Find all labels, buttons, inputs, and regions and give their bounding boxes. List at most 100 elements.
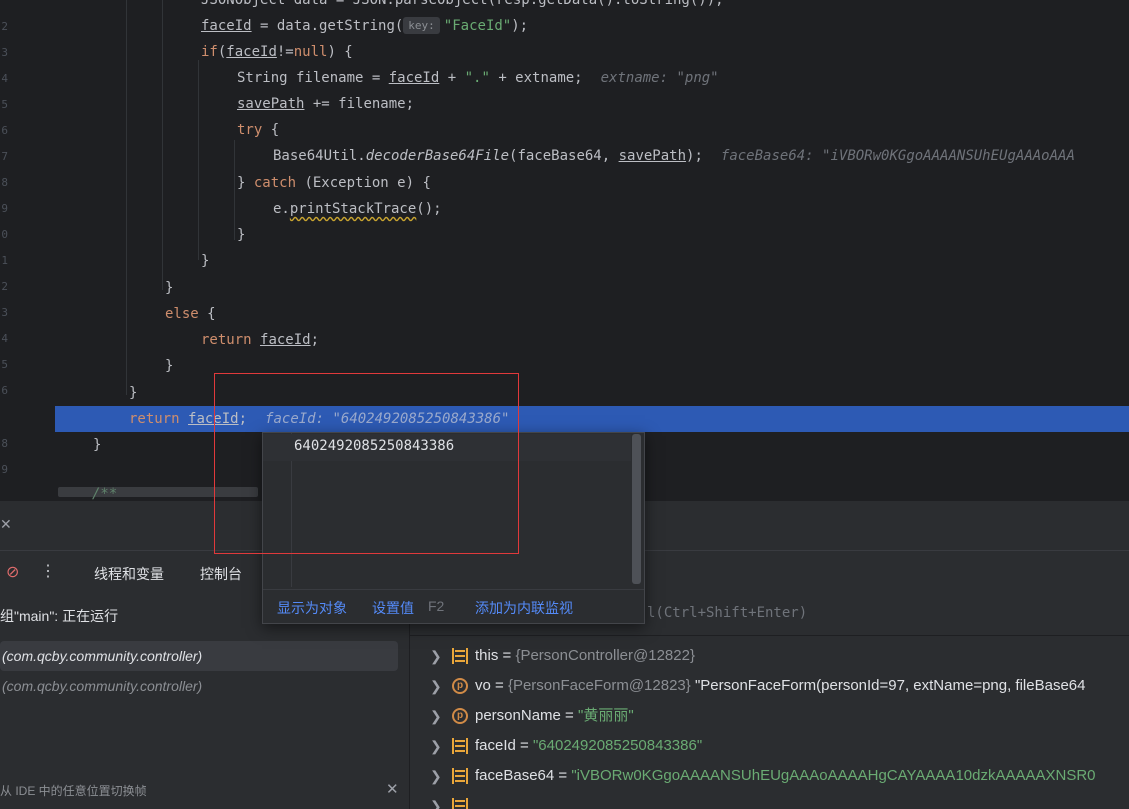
set-value-link[interactable]: 设置值 xyxy=(372,598,414,618)
code-line: Base64Util.decoderBase64File(faceBase64,… xyxy=(0,143,1129,169)
variable-value: {PersonController@12822} xyxy=(515,647,695,664)
tab-console[interactable]: 控制台 xyxy=(200,564,242,584)
code-text: e. xyxy=(273,201,290,217)
code-line: try { xyxy=(0,117,1129,143)
variable-row[interactable]: ❯ xyxy=(410,791,1129,809)
method-call-warning[interactable]: printStackTrace xyxy=(290,201,416,217)
variable-row[interactable]: ❯ this = {PersonController@12822} xyxy=(410,641,1129,671)
popup-value-row[interactable]: 6402492085250843386 xyxy=(263,434,631,461)
brace: } xyxy=(165,358,174,374)
variable-separator: = xyxy=(560,707,578,724)
code-text: (); xyxy=(416,201,442,217)
variable-row[interactable]: ❯ p personName = "黄丽丽" xyxy=(410,701,1129,731)
code-text: ; xyxy=(238,411,248,427)
code-line: } xyxy=(0,380,1129,406)
code-text: { xyxy=(198,306,216,322)
string-literal: "FaceId" xyxy=(443,18,512,34)
parameter-hint: key: xyxy=(403,17,440,34)
thread-status[interactable]: 组"main": 正在运行 xyxy=(0,606,118,626)
variable-value: "iVBORw0KGgoAAAANSUhEUgAAAoAAAAHgCAYAAAA… xyxy=(571,767,1096,784)
expand-chevron-icon[interactable]: ❯ xyxy=(430,641,442,671)
variable-name: personName xyxy=(475,707,561,724)
var-faceId[interactable]: faceId xyxy=(260,332,311,348)
keyword: if xyxy=(201,44,218,60)
variable-tostring: "PersonFaceForm(personId=97, extName=png… xyxy=(690,677,1086,694)
variable-name: faceId xyxy=(475,737,516,754)
code-line: } catch (Exception e) { xyxy=(0,170,1129,196)
code-text: + extname; xyxy=(489,70,583,86)
code-text: ) { xyxy=(327,44,353,60)
expand-chevron-icon[interactable]: ❯ xyxy=(430,791,442,809)
inline-value-hint: extname: "png" xyxy=(600,70,719,86)
variable-name: faceBase64 xyxy=(475,767,555,784)
evaluate-hint: l(Ctrl+Shift+Enter) xyxy=(647,605,808,621)
keyword: return xyxy=(129,411,180,427)
parameter-icon: p xyxy=(452,678,468,694)
popup-value[interactable]: 6402492085250843386 xyxy=(294,438,454,454)
javadoc-comment: /** xyxy=(92,486,118,500)
code-line: return faceId; xyxy=(0,327,1129,353)
method-call[interactable]: decoderBase64File xyxy=(366,148,509,164)
variable-separator: = xyxy=(490,677,508,694)
var-faceId[interactable]: faceId xyxy=(201,18,252,34)
mute-breakpoints-icon[interactable]: ⊘ xyxy=(6,563,19,583)
expand-chevron-icon[interactable]: ❯ xyxy=(430,761,442,791)
var-faceId[interactable]: faceId xyxy=(226,44,277,60)
var-savePath[interactable]: savePath xyxy=(619,148,686,164)
field-icon xyxy=(452,768,468,784)
stack-frame[interactable]: (com.qcby.community.controller) xyxy=(0,641,398,671)
close-icon[interactable]: ✕ xyxy=(0,516,12,533)
code-line: } xyxy=(0,248,1129,274)
variable-separator: = xyxy=(515,737,533,754)
set-value-shortcut: F2 xyxy=(428,598,445,614)
code-text: != xyxy=(276,44,294,60)
view-as-object-link[interactable]: 显示为对象 xyxy=(277,598,347,618)
frames-panel: 组"main": 正在运行 (com.qcby.community.contro… xyxy=(0,594,410,809)
close-hint-icon[interactable]: ✕ xyxy=(386,780,399,798)
variable-row[interactable]: ❯ faceId = "6402492085250843386" xyxy=(410,731,1129,761)
code-line: faceId = data.getString(key: "FaceId"); xyxy=(0,13,1129,39)
code-text: = data.getString( xyxy=(251,18,404,34)
code-text: += filename; xyxy=(304,96,415,112)
keyword: try xyxy=(237,122,263,138)
line-number: 9 xyxy=(1,463,8,476)
expand-chevron-icon[interactable]: ❯ xyxy=(430,671,442,701)
keyword: null xyxy=(293,44,328,60)
variable-separator: = xyxy=(498,647,516,664)
inline-value-hint: faceId: "6402492085250843386" xyxy=(265,411,510,427)
var-savePath[interactable]: savePath xyxy=(237,96,304,112)
keyword: return xyxy=(201,332,252,348)
string-literal: "." xyxy=(464,70,490,86)
brace: } xyxy=(165,280,174,296)
inline-value-hint: faceBase64: "iVBORw0KGgoAAAANSUhEUgAAAoA… xyxy=(720,148,1075,164)
expand-chevron-icon[interactable]: ❯ xyxy=(430,731,442,761)
field-icon xyxy=(452,738,468,754)
variable-value: "黄丽丽" xyxy=(578,707,634,724)
tab-threads-variables[interactable]: 线程和变量 xyxy=(78,564,176,598)
var-faceId[interactable]: faceId xyxy=(389,70,440,86)
code-editor[interactable]: 2 3 4 5 6 7 8 9 0 1 2 3 4 5 6 8 9 JSONOb… xyxy=(0,0,1129,500)
more-options-icon[interactable]: ⋮ xyxy=(40,562,56,582)
code-text: ); xyxy=(686,148,703,164)
stack-frame-label: (com.qcby.community.controller) xyxy=(2,648,203,664)
variable-row[interactable]: ❯ faceBase64 = "iVBORw0KGgoAAAANSUhEUgAA… xyxy=(410,761,1129,791)
var-faceId[interactable]: faceId xyxy=(188,411,239,427)
stack-frame[interactable]: (com.qcby.community.controller) xyxy=(0,671,202,701)
keyword: catch xyxy=(253,175,297,191)
code-text: { xyxy=(262,122,280,138)
horizontal-scrollbar[interactable] xyxy=(58,487,258,497)
expand-chevron-icon[interactable]: ❯ xyxy=(430,701,442,731)
brace: } xyxy=(237,227,246,243)
code-text: String filename = xyxy=(237,70,389,86)
add-inline-watch-link[interactable]: 添加为内联监视 xyxy=(475,598,573,618)
code-text: (faceBase64, xyxy=(509,148,619,164)
code-text: (Exception e) { xyxy=(296,175,431,191)
variable-value: "6402492085250843386" xyxy=(532,737,703,754)
popup-actions: 显示为对象 设置值 F2 添加为内联监视 xyxy=(263,589,644,623)
code-text: Base64Util. xyxy=(273,148,366,164)
inline-value-popup: 6402492085250843386 显示为对象 设置值 F2 添加为内联监视 xyxy=(262,432,645,624)
variable-name: this xyxy=(475,647,499,664)
variable-row[interactable]: ❯ p vo = {PersonFaceForm@12823} "PersonF… xyxy=(410,671,1129,701)
code-line: else { xyxy=(0,301,1129,327)
popup-scrollbar[interactable] xyxy=(632,434,641,584)
